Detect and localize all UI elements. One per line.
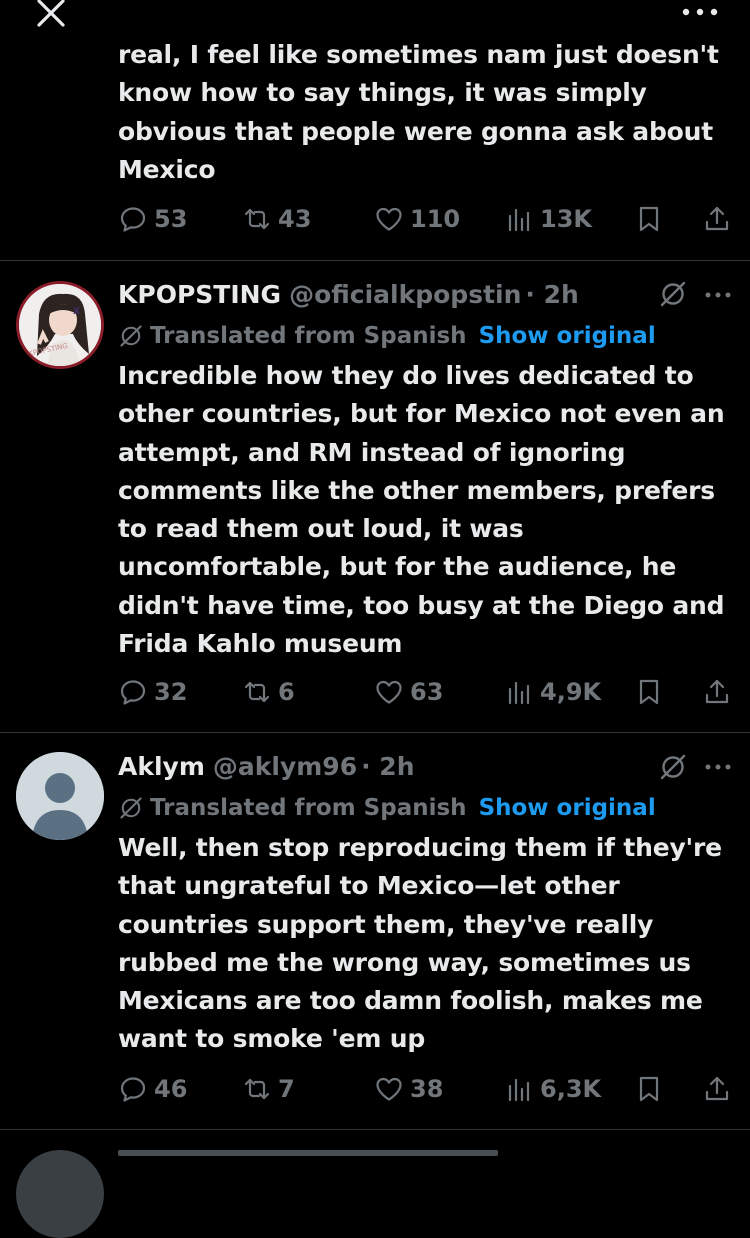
avatar[interactable]: X KPOPSTING bbox=[16, 281, 104, 369]
views-icon bbox=[508, 681, 530, 705]
reply-icon bbox=[120, 680, 146, 705]
reply-icon bbox=[120, 207, 146, 232]
svg-text:X: X bbox=[73, 307, 80, 317]
post-text: Incredible how they do lives dedicated t… bbox=[118, 361, 725, 659]
repost-button[interactable]: 43 bbox=[242, 199, 311, 239]
like-button[interactable]: 110 bbox=[374, 199, 460, 239]
avatar[interactable] bbox=[16, 752, 104, 840]
show-original-link[interactable]: Show original bbox=[479, 323, 656, 349]
share-button[interactable] bbox=[702, 199, 732, 239]
repost-icon bbox=[244, 208, 270, 230]
user-handle[interactable]: @aklym96 bbox=[213, 752, 357, 781]
share-button[interactable] bbox=[702, 672, 732, 712]
views-icon bbox=[508, 1078, 530, 1102]
reply-count: 32 bbox=[154, 678, 188, 706]
views-icon bbox=[508, 208, 530, 232]
divider bbox=[0, 260, 750, 261]
action-bar: 46 7 38 6,3K bbox=[118, 1069, 734, 1109]
repost-count: 6 bbox=[278, 678, 295, 706]
views-button[interactable]: 13K bbox=[504, 199, 592, 239]
reply-button[interactable]: 32 bbox=[118, 672, 187, 712]
like-button[interactable]: 38 bbox=[374, 1069, 443, 1109]
views-count: 6,3K bbox=[540, 1075, 602, 1103]
post-header: Aklym @aklym96 · 2h bbox=[118, 748, 415, 784]
like-count: 38 bbox=[410, 1075, 444, 1103]
bookmark-icon bbox=[639, 1076, 659, 1102]
avatar[interactable] bbox=[16, 1150, 104, 1238]
translated-label: Translated from Spanish bbox=[150, 323, 467, 349]
action-bar: 53 43 110 13K bbox=[118, 199, 734, 239]
share-icon bbox=[705, 679, 729, 704]
divider bbox=[0, 1129, 750, 1130]
show-original-link[interactable]: Show original bbox=[479, 795, 656, 821]
bookmark-button[interactable] bbox=[634, 1069, 664, 1109]
reply-button[interactable]: 53 bbox=[118, 199, 187, 239]
repost-icon bbox=[244, 1078, 270, 1100]
heart-icon bbox=[376, 207, 402, 231]
more-icon[interactable] bbox=[704, 290, 732, 300]
repost-count: 7 bbox=[278, 1075, 295, 1103]
grok-icon bbox=[120, 797, 142, 819]
more-icon[interactable] bbox=[704, 762, 732, 772]
user-handle[interactable]: @oficialkpopstin bbox=[289, 280, 521, 309]
translation-bar: Translated from Spanish Show original bbox=[118, 320, 656, 352]
display-name[interactable]: KPOPSTING bbox=[118, 280, 281, 309]
views-count: 13K bbox=[540, 205, 592, 233]
repost-count: 43 bbox=[278, 205, 312, 233]
like-count: 110 bbox=[410, 205, 461, 233]
post-time: · 2h bbox=[361, 751, 415, 781]
post-text: real, I feel like sometimes nam just doe… bbox=[118, 40, 719, 184]
reply-icon bbox=[120, 1077, 146, 1102]
translation-bar: Translated from Spanish Show original bbox=[118, 792, 656, 824]
heart-icon bbox=[376, 1077, 402, 1101]
reply-count: 53 bbox=[154, 205, 188, 233]
like-count: 63 bbox=[410, 678, 444, 706]
repost-icon bbox=[244, 681, 270, 703]
grok-icon[interactable] bbox=[658, 752, 688, 782]
repost-button[interactable]: 6 bbox=[242, 672, 295, 712]
share-icon bbox=[705, 206, 729, 231]
close-icon[interactable] bbox=[34, 0, 68, 30]
display-name[interactable]: Aklym bbox=[118, 752, 205, 781]
grok-icon[interactable] bbox=[658, 279, 688, 309]
views-count: 4,9K bbox=[540, 678, 602, 706]
bookmark-icon bbox=[639, 679, 659, 705]
next-post-name-placeholder bbox=[118, 1150, 498, 1156]
action-bar: 32 6 63 4,9K bbox=[118, 672, 734, 712]
heart-icon bbox=[376, 680, 402, 704]
post-header: KPOPSTING @oficialkpopstin · 2h bbox=[118, 276, 579, 312]
bookmark-button[interactable] bbox=[634, 199, 664, 239]
bookmark-button[interactable] bbox=[634, 672, 664, 712]
avatar-image: X KPOPSTING bbox=[19, 284, 101, 366]
views-button[interactable]: 4,9K bbox=[504, 672, 601, 712]
bookmark-icon bbox=[639, 206, 659, 232]
repost-button[interactable]: 7 bbox=[242, 1069, 295, 1109]
reply-button[interactable]: 46 bbox=[118, 1069, 187, 1109]
post-text: Well, then stop reproducing them if they… bbox=[118, 833, 722, 1054]
divider bbox=[0, 732, 750, 733]
translated-label: Translated from Spanish bbox=[150, 795, 467, 821]
default-avatar-icon bbox=[16, 752, 104, 840]
more-icon[interactable] bbox=[680, 2, 720, 22]
grok-icon bbox=[120, 325, 142, 347]
views-button[interactable]: 6,3K bbox=[504, 1069, 601, 1109]
reply-count: 46 bbox=[154, 1075, 188, 1103]
like-button[interactable]: 63 bbox=[374, 672, 443, 712]
post-time: · 2h bbox=[525, 279, 579, 309]
share-button[interactable] bbox=[702, 1069, 732, 1109]
share-icon bbox=[705, 1076, 729, 1101]
